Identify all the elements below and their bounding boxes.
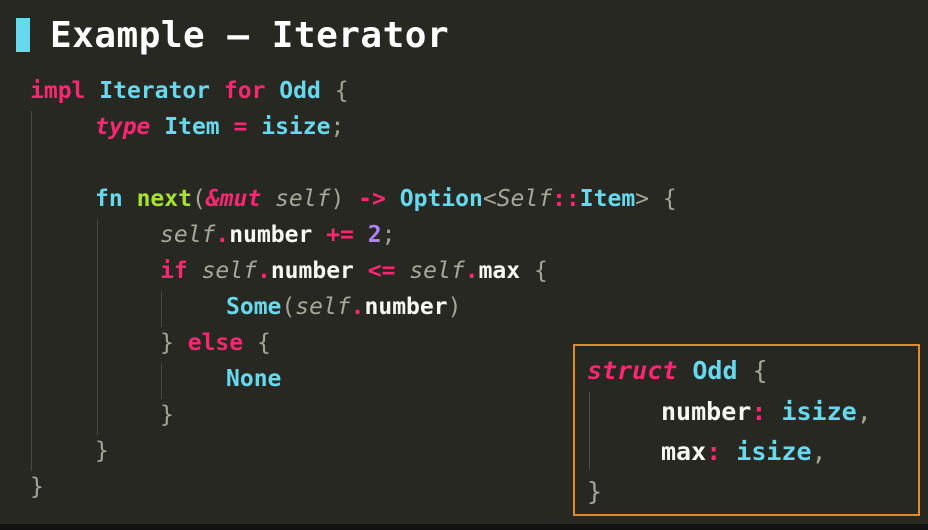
code-token: } <box>160 402 174 428</box>
code-token: , <box>811 437 827 466</box>
page-title: Example – Iterator <box>50 14 450 56</box>
code-token: number <box>661 397 752 426</box>
code-token: &mut <box>205 186 262 212</box>
code-token: None <box>226 366 282 392</box>
code-token: self <box>409 258 465 284</box>
code-token: number <box>270 258 354 284</box>
code-token: self <box>295 294 351 320</box>
code-token: { <box>533 258 548 284</box>
code-line: max: isize, <box>661 432 827 472</box>
code-line: number: isize, <box>661 392 872 432</box>
code-token: Item <box>579 186 636 212</box>
code-token: impl <box>30 78 86 104</box>
code-token: isize <box>736 437 812 466</box>
slide-title: Example – Iterator <box>16 14 449 56</box>
code-token: . <box>464 258 479 284</box>
indent-guide <box>97 219 98 435</box>
code-line: } <box>95 433 109 469</box>
code-token: Some <box>226 294 282 320</box>
code-token: : <box>706 437 722 466</box>
bottom-bar <box>0 524 928 530</box>
code-token: . <box>215 222 230 248</box>
code-token: > <box>635 186 650 212</box>
code-line: } else { <box>160 325 271 361</box>
code-token: isize <box>261 114 331 140</box>
code-token: . <box>256 258 271 284</box>
code-token: } <box>160 330 174 356</box>
code-token: Odd <box>692 356 738 385</box>
code-token: += <box>326 222 354 248</box>
indent-guide <box>31 111 32 471</box>
code-token: ) <box>447 294 462 320</box>
code-token: 2 <box>367 222 382 248</box>
indent-guide <box>161 291 162 327</box>
code-token: Self <box>496 186 553 212</box>
code-line: Some(self.number) <box>226 289 461 325</box>
code-line: self.number += 2; <box>160 217 395 253</box>
code-token: Option <box>399 186 483 212</box>
code-token: . <box>350 294 365 320</box>
code-token: self <box>160 222 216 248</box>
code-token: :: <box>552 186 580 212</box>
code-token: } <box>587 477 603 506</box>
code-token: self <box>201 258 257 284</box>
code-token: for <box>223 78 266 104</box>
code-line: struct Odd { <box>587 351 768 391</box>
code-token: < <box>482 186 497 212</box>
code-token: max <box>478 258 521 284</box>
code-token: -> <box>358 186 386 212</box>
code-token: ( <box>191 186 206 212</box>
indent-guide <box>589 392 590 470</box>
code-token: number <box>229 222 313 248</box>
code-token: <= <box>367 258 396 284</box>
code-token: { <box>334 78 349 104</box>
code-token: Iterator <box>99 78 211 104</box>
code-token: , <box>856 397 872 426</box>
code-line: if self.number <= self.max { <box>160 253 548 289</box>
struct-definition-box: struct Odd { number: isize, max: isize, … <box>573 344 920 516</box>
code-line: type Item = isize; <box>95 109 344 145</box>
code-line: fn next(&mut self) -> Option<Self::Item>… <box>95 181 677 217</box>
code-token: : <box>751 397 767 426</box>
code-token: Odd <box>279 78 321 104</box>
code-token: next <box>136 186 192 212</box>
code-token: fn <box>95 186 123 212</box>
code-token: } <box>95 438 109 464</box>
code-token: Item <box>164 114 220 140</box>
code-token: ; <box>330 114 345 140</box>
code-token: ) <box>330 186 345 212</box>
code-line: } <box>587 472 602 512</box>
indent-guide <box>161 363 162 399</box>
code-token: { <box>752 356 768 385</box>
code-line: impl Iterator for Odd { <box>30 73 349 109</box>
code-token: self <box>275 186 331 212</box>
code-line: None <box>226 361 281 397</box>
code-token: = <box>233 114 248 140</box>
code-token: max <box>661 437 707 466</box>
code-token: number <box>364 294 448 320</box>
code-token: ; <box>381 222 396 248</box>
code-line: } <box>160 397 174 433</box>
code-token: ( <box>281 294 296 320</box>
code-token: struct <box>587 356 678 385</box>
code-token: type <box>95 114 151 140</box>
code-token: isize <box>781 397 857 426</box>
code-line: } <box>30 469 44 505</box>
code-token: else <box>187 330 244 356</box>
code-token: if <box>160 258 188 284</box>
code-token: { <box>662 186 677 212</box>
code-token: } <box>30 474 44 500</box>
title-accent-bar <box>16 18 30 52</box>
code-token: { <box>256 330 271 356</box>
